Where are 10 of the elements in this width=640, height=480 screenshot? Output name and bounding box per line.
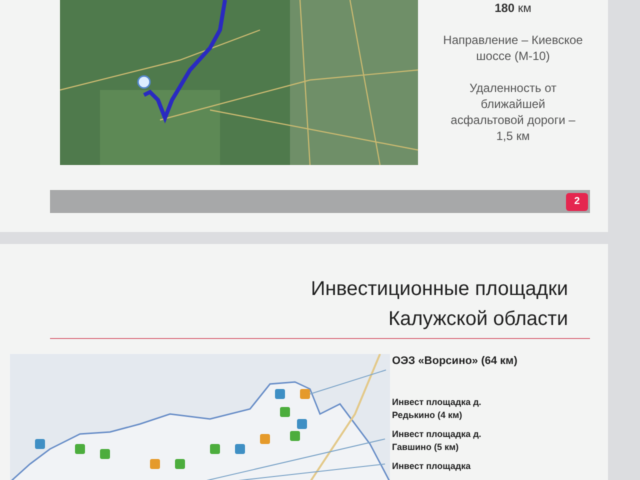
- distance-text: 180 км: [494, 0, 532, 16]
- callout-label: Инвест площадка д. Редькино (4 км): [392, 396, 482, 422]
- callout-label: ОЭЗ «Ворсино» (64 км): [392, 354, 518, 368]
- detail-text: Направление – Киевское шоссе (М-10): [443, 32, 583, 64]
- page-number-badge: 2: [566, 192, 588, 210]
- callout-label: Инвест площадка д. Гавшино (5 км): [392, 428, 482, 454]
- detail-text: Удаленность от ближайшей асфальтовой дороги – 1,5 км: [450, 80, 576, 144]
- slide-title: Калужской области: [388, 307, 568, 332]
- callout-label: Инвест площадка: [392, 460, 472, 473]
- slide-title: Инвестиционные площадки: [310, 277, 568, 302]
